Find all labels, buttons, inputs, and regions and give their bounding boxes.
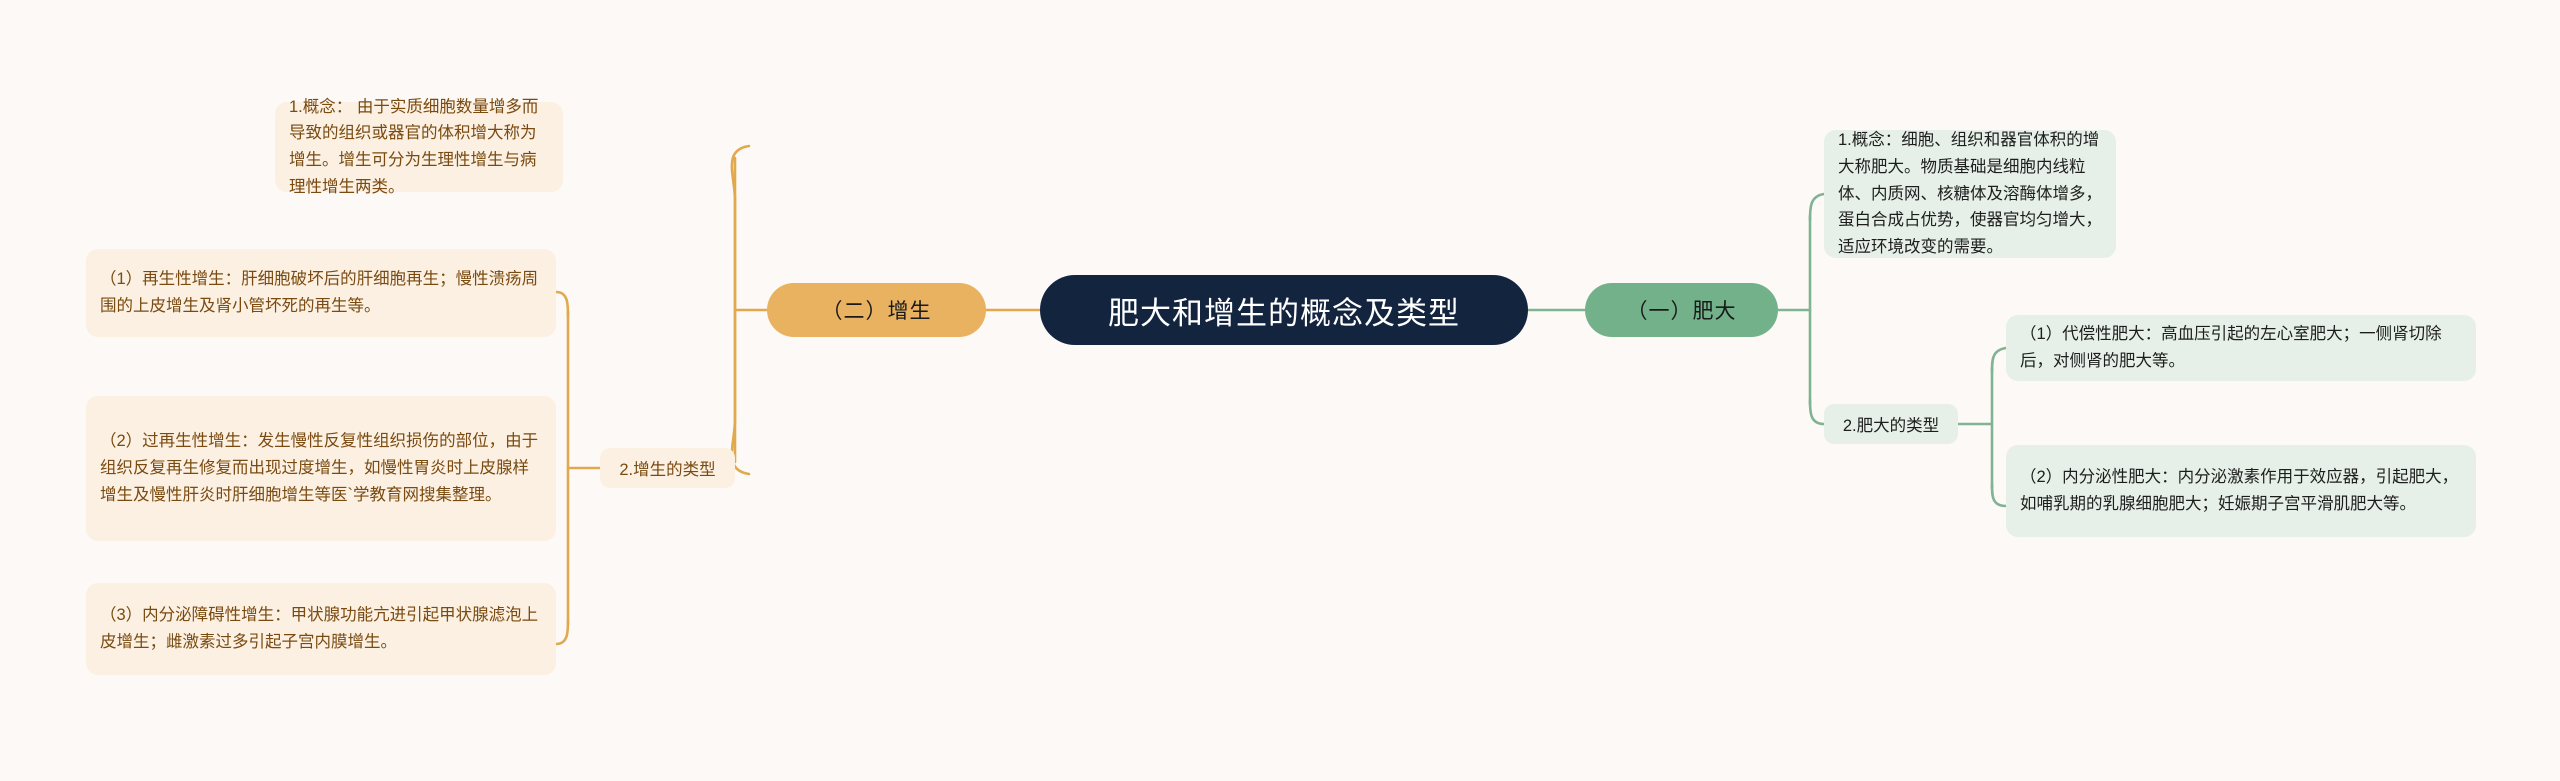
midlabel-hypertrophy-types-label: 2.肥大的类型 xyxy=(1842,417,1940,435)
branch-node-hypertrophy-label: （一）肥大 xyxy=(1626,300,1737,323)
card-hyperplasia-type-1[interactable]: （1）再生性增生：肝细胞破坏后的肝细胞再生；慢性溃疡周围的上皮增生及肾小管坏死的… xyxy=(86,249,556,337)
mindmap-canvas: 肥大和增生的概念及类型 （二）增生 1.概念： 由于实质细胞数量增多而导致的组织… xyxy=(0,0,2560,781)
card-hypertrophy-concept[interactable]: 1.概念：细胞、组织和器官体积的增大称肥大。物质基础是细胞内线粒体、内质网、核糖… xyxy=(1824,130,2116,258)
midlabel-hypertrophy-types[interactable]: 2.肥大的类型 xyxy=(1824,404,1958,444)
bracket-hyperplasia xyxy=(730,144,751,476)
card-hyperplasia-concept-text: 1.概念： 由于实质细胞数量增多而导致的组织或器官的体积增大称为增生。增生可分为… xyxy=(289,97,539,196)
bracket-hypertrophy-types-bottom xyxy=(1990,482,2008,508)
card-hyperplasia-type-1-text: （1）再生性增生：肝细胞破坏后的肝细胞再生；慢性溃疡周围的上皮增生及肾小管坏死的… xyxy=(100,270,539,315)
bracket-hypertrophy-types-top xyxy=(1990,346,2008,374)
branch-node-hypertrophy[interactable]: （一）肥大 xyxy=(1585,283,1778,337)
card-hyperplasia-type-2[interactable]: （2）过再生性增生：发生慢性反复性组织损伤的部位，由于组织反复再生修复而出现过度… xyxy=(86,396,556,541)
card-hypertrophy-concept-text: 1.概念：细胞、组织和器官体积的增大称肥大。物质基础是细胞内线粒体、内质网、核糖… xyxy=(1838,131,2102,257)
card-hyperplasia-type-3[interactable]: （3）内分泌障碍性增生：甲状腺功能亢进引起甲状腺滤泡上皮增生；雌激素过多引起子宫… xyxy=(86,583,556,675)
bracket-hypertrophy-bottom xyxy=(1808,398,1826,426)
card-hyperplasia-concept[interactable]: 1.概念： 由于实质细胞数量增多而导致的组织或器官的体积增大称为增生。增生可分为… xyxy=(275,98,563,196)
root-node[interactable]: 肥大和增生的概念及类型 xyxy=(1040,275,1528,345)
bracket-hypertrophy-top xyxy=(1808,192,1826,222)
card-hyperplasia-type-3-text: （3）内分泌障碍性增生：甲状腺功能亢进引起甲状腺滤泡上皮增生；雌激素过多引起子宫… xyxy=(100,606,539,651)
midlabel-hyperplasia-types-label: 2.增生的类型 xyxy=(619,461,716,479)
card-hyperplasia-type-2-text: （2）过再生性增生：发生慢性反复性组织损伤的部位，由于组织反复再生修复而出现过度… xyxy=(100,432,539,504)
card-hypertrophy-type-2-text: （2）内分泌性肥大：内分泌激素作用于效应器，引起肥大，如哺乳期的乳腺细胞肥大；妊… xyxy=(2020,468,2459,513)
card-hypertrophy-type-2[interactable]: （2）内分泌性肥大：内分泌激素作用于效应器，引起肥大，如哺乳期的乳腺细胞肥大；妊… xyxy=(2006,445,2476,537)
branch-node-hyperplasia[interactable]: （二）增生 xyxy=(767,283,986,337)
bracket-hyperplasia-types-top xyxy=(554,290,570,318)
midlabel-hyperplasia-types[interactable]: 2.增生的类型 xyxy=(600,448,735,488)
bracket-hyperplasia-types-bottom xyxy=(554,618,570,646)
branch-node-hyperplasia-label: （二）增生 xyxy=(821,300,932,323)
card-hypertrophy-type-1[interactable]: （1）代偿性肥大：高血压引起的左心室肥大；一侧肾切除后，对侧肾的肥大等。 xyxy=(2006,315,2476,381)
root-node-label: 肥大和增生的概念及类型 xyxy=(1108,295,1460,331)
card-hypertrophy-type-1-text: （1）代偿性肥大：高血压引起的左心室肥大；一侧肾切除后，对侧肾的肥大等。 xyxy=(2020,325,2442,370)
